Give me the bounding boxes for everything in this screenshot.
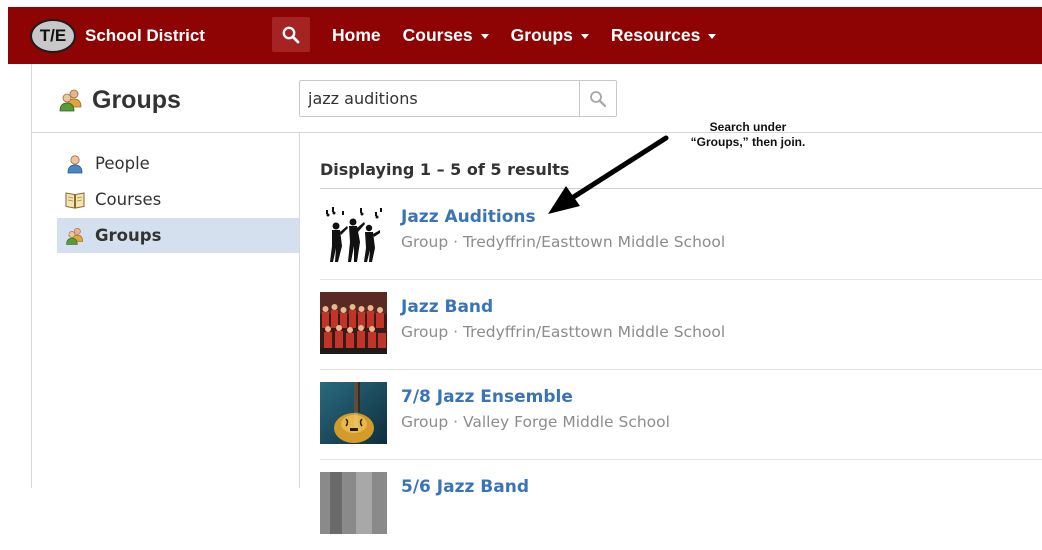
list-item: Jazz Band Group · Tredyffrin/Easttown Mi… xyxy=(320,280,1042,370)
result-meta: Group · Valley Forge Middle School xyxy=(401,413,670,431)
sidebar-divider xyxy=(299,133,300,488)
result-title-link[interactable]: Jazz Auditions xyxy=(401,207,536,227)
chevron-down-icon xyxy=(708,34,717,39)
nav-search-button[interactable] xyxy=(272,17,310,52)
search-icon xyxy=(282,26,300,43)
instruction-annotation: Search under “Groups,” then join. xyxy=(668,120,828,150)
list-item: Jazz Auditions Group · Tredyffrin/Eastto… xyxy=(320,190,1042,280)
sidebar-item-label: Courses xyxy=(95,190,162,209)
result-meta: Group · Tredyffrin/Easttown Middle Schoo… xyxy=(401,233,726,251)
sidebar-item-groups[interactable]: Groups xyxy=(57,218,299,253)
nav-resources[interactable]: Resources xyxy=(611,25,717,46)
sidebar-item-label: Groups xyxy=(95,226,162,245)
band-photo-image[interactable] xyxy=(320,292,387,354)
list-item: 7/8 Jazz Ensemble Group · Valley Forge M… xyxy=(320,370,1042,460)
header-divider xyxy=(31,132,1042,133)
jazz-silhouette-image[interactable] xyxy=(320,202,387,264)
results-heading-rule xyxy=(320,188,1042,189)
nav-groups-label: Groups xyxy=(510,25,573,45)
results-count-heading: Displaying 1 – 5 of 5 results xyxy=(320,160,570,179)
list-item: 5/6 Jazz Band xyxy=(320,460,1042,550)
main-nav: Home Courses Groups Resources xyxy=(332,7,738,64)
arrow-icon xyxy=(548,135,669,214)
district-logo[interactable]: T/E School District xyxy=(30,16,205,56)
band-photo-gray-image[interactable] xyxy=(320,472,387,534)
sidebar-item-people[interactable]: People xyxy=(57,146,299,181)
chevron-down-icon xyxy=(580,34,589,39)
groups-icon xyxy=(59,89,82,112)
person-icon xyxy=(65,154,85,174)
nav-home-label: Home xyxy=(332,25,381,45)
page-title: Groups xyxy=(58,80,181,120)
group-search-box xyxy=(299,80,617,117)
groups-icon xyxy=(65,226,85,246)
page-frame-left-border xyxy=(31,64,32,488)
logo-text: School District xyxy=(85,26,205,45)
top-navigation-bar: T/E School District Home Courses Groups … xyxy=(8,7,1042,64)
result-meta: Group · Tredyffrin/Easttown Middle Schoo… xyxy=(401,323,726,341)
result-title-link[interactable]: 5/6 Jazz Band xyxy=(401,477,529,497)
annotation-line-1: Search under xyxy=(709,120,787,134)
guitar-photo-image[interactable] xyxy=(320,382,387,444)
sidebar-item-label: People xyxy=(95,154,150,173)
sidebar: People Courses Groups xyxy=(57,146,299,254)
search-icon xyxy=(590,90,607,107)
nav-courses-label: Courses xyxy=(402,25,473,45)
chevron-down-icon xyxy=(480,34,489,39)
nav-groups[interactable]: Groups xyxy=(511,25,589,46)
search-input[interactable] xyxy=(300,81,579,116)
book-icon xyxy=(65,190,85,210)
logo-badge: T/E xyxy=(30,19,76,53)
nav-resources-label: Resources xyxy=(610,25,701,45)
result-title-link[interactable]: 7/8 Jazz Ensemble xyxy=(401,387,573,407)
page-title-text: Groups xyxy=(92,85,181,114)
nav-home[interactable]: Home xyxy=(332,25,381,46)
annotation-line-2: “Groups,” then join. xyxy=(690,135,806,149)
nav-courses[interactable]: Courses xyxy=(403,25,489,46)
result-title-link[interactable]: Jazz Band xyxy=(401,297,493,317)
search-submit-button[interactable] xyxy=(579,81,616,116)
sidebar-item-courses[interactable]: Courses xyxy=(57,182,299,217)
